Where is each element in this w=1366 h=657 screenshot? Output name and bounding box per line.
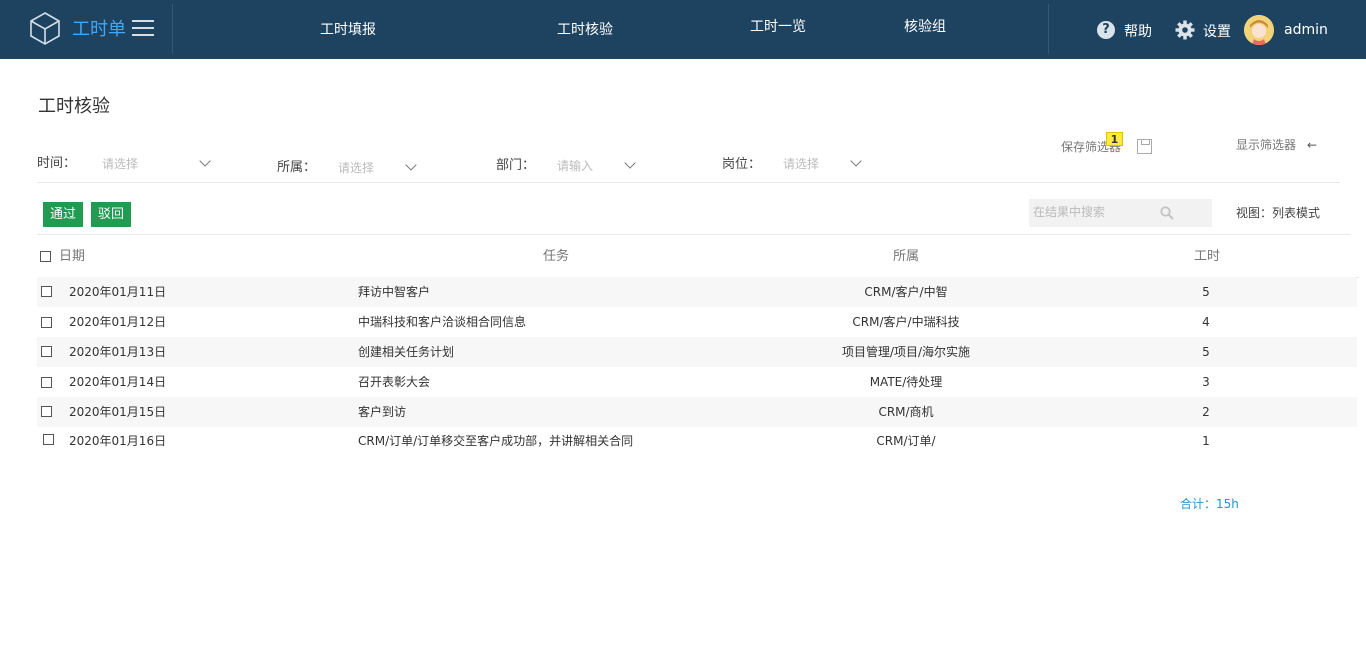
- search-input[interactable]: [1033, 205, 1153, 219]
- cube-icon[interactable]: [27, 10, 63, 46]
- row-date: 2020年01月11日: [69, 285, 167, 299]
- show-filter-button[interactable]: 显示筛选器: [1236, 137, 1296, 153]
- table-row[interactable]: 2020年01月12日 中瑞科技和客户洽谈相合同信息 CRM/客户/中瑞科技 4: [37, 307, 1357, 337]
- row-date: 2020年01月12日: [69, 315, 167, 329]
- reject-button[interactable]: 驳回: [91, 202, 131, 227]
- row-project: CRM/商机: [878, 405, 934, 419]
- row-task: 拜访中智客户: [358, 285, 431, 299]
- row-task: CRM/订单/订单移交至客户成功部，并讲解相关合同: [358, 434, 634, 448]
- search-icon[interactable]: [1160, 206, 1174, 220]
- table-row[interactable]: 2020年01月15日 客户到访 CRM/商机 2: [37, 397, 1357, 427]
- row-project: MATE/待处理: [869, 375, 943, 389]
- row-hours: 5: [1202, 345, 1210, 359]
- time-select-placeholder: 请选择: [102, 157, 139, 171]
- row-project: CRM/客户/中瑞科技: [852, 315, 960, 329]
- row-hours: 4: [1202, 315, 1210, 329]
- table-row[interactable]: 2020年01月13日 创建相关任务计划 项目管理/项目/海尔实施 5: [37, 337, 1357, 367]
- row-checkbox[interactable]: [41, 346, 52, 357]
- approve-button[interactable]: 通过: [43, 202, 83, 227]
- help-icon[interactable]: ?: [1097, 21, 1115, 39]
- row-checkbox[interactable]: [41, 406, 52, 417]
- position-select[interactable]: 请选择: [783, 154, 865, 174]
- belongs-select[interactable]: 请选择: [338, 158, 420, 178]
- toolbar-divider: [37, 234, 1350, 235]
- row-project: CRM/订单/: [876, 434, 936, 448]
- column-header-task: 任务: [543, 249, 570, 264]
- row-hours: 3: [1202, 375, 1210, 389]
- table-row[interactable]: 2020年01月14日 召开表彰大会 MATE/待处理 3: [37, 367, 1357, 397]
- row-task: 召开表彰大会: [358, 375, 431, 389]
- department-input-placeholder: 请输入: [557, 159, 594, 173]
- arrow-left-icon[interactable]: ←: [1307, 137, 1317, 153]
- row-date: 2020年01月15日: [69, 405, 167, 419]
- chevron-down-icon: [624, 157, 636, 169]
- nav-item-timesheet-verification[interactable]: 工时核验: [557, 21, 613, 39]
- nav-item-timesheet-overview[interactable]: 工时一览: [750, 18, 806, 36]
- nav-item-verification-group[interactable]: 核验组: [904, 18, 946, 36]
- time-select[interactable]: 请选择: [102, 154, 212, 174]
- filter-label-department: 部门：: [496, 158, 536, 173]
- filter-label-time: 时间：: [37, 156, 77, 171]
- hamburger-menu-icon[interactable]: [132, 20, 154, 38]
- save-icon[interactable]: [1137, 139, 1152, 154]
- username-label[interactable]: admin: [1284, 21, 1328, 39]
- row-hours: 2: [1202, 405, 1210, 419]
- belongs-select-placeholder: 请选择: [338, 161, 375, 175]
- nav-item-timesheet-entry[interactable]: 工时填报: [320, 21, 376, 39]
- row-date: 2020年01月13日: [69, 345, 167, 359]
- row-date: 2020年01月14日: [69, 375, 167, 389]
- table-row[interactable]: 2020年01月11日 拜访中智客户 CRM/客户/中智 5: [37, 277, 1357, 307]
- header-divider: [1048, 4, 1049, 54]
- header-divider: [172, 4, 173, 54]
- chevron-down-icon: [199, 155, 211, 167]
- row-project: 项目管理/项目/海尔实施: [841, 345, 971, 359]
- row-checkbox[interactable]: [41, 377, 52, 388]
- column-header-hours: 工时: [1194, 249, 1221, 264]
- chevron-down-icon: [405, 159, 417, 171]
- row-task: 创建相关任务计划: [358, 345, 455, 359]
- total-hours: 合计：15h: [1180, 497, 1239, 511]
- page-title: 工时核验: [38, 96, 110, 117]
- settings-link[interactable]: 设置: [1203, 23, 1231, 41]
- row-checkbox[interactable]: [41, 286, 52, 297]
- chevron-down-icon: [850, 155, 862, 167]
- filter-label-position: 岗位：: [722, 157, 762, 172]
- row-date: 2020年01月16日: [69, 434, 167, 448]
- help-link[interactable]: 帮助: [1124, 23, 1152, 41]
- column-header-date: 日期: [59, 249, 86, 264]
- row-project: CRM/客户/中智: [864, 285, 948, 299]
- row-task: 客户到访: [358, 405, 407, 419]
- avatar[interactable]: [1244, 15, 1274, 45]
- filter-label-belongs: 所属：: [277, 160, 317, 175]
- table-row[interactable]: 2020年01月16日 CRM/订单/订单移交至客户成功部，并讲解相关合同 CR…: [37, 426, 1357, 456]
- position-select-placeholder: 请选择: [783, 157, 820, 171]
- view-mode-selector[interactable]: 视图：列表模式: [1236, 205, 1320, 221]
- row-hours: 5: [1202, 285, 1210, 299]
- row-task: 中瑞科技和客户洽谈相合同信息: [358, 315, 527, 329]
- top-navigation-bar: 工时单 工时填报 工时核验 工时一览 核验组 ? 帮助 设置 admin: [0, 0, 1366, 59]
- row-checkbox[interactable]: [41, 317, 52, 328]
- filter-divider: [37, 182, 1340, 183]
- search-box: [1029, 199, 1212, 227]
- save-filter-badge: 1: [1106, 132, 1123, 146]
- app-title[interactable]: 工时单: [72, 19, 126, 41]
- row-checkbox[interactable]: [43, 434, 54, 445]
- row-hours: 1: [1202, 434, 1210, 448]
- department-input[interactable]: 请输入: [557, 156, 639, 176]
- select-all-checkbox[interactable]: [40, 251, 51, 262]
- gear-icon[interactable]: [1175, 20, 1195, 40]
- column-header-project: 所属: [893, 249, 920, 264]
